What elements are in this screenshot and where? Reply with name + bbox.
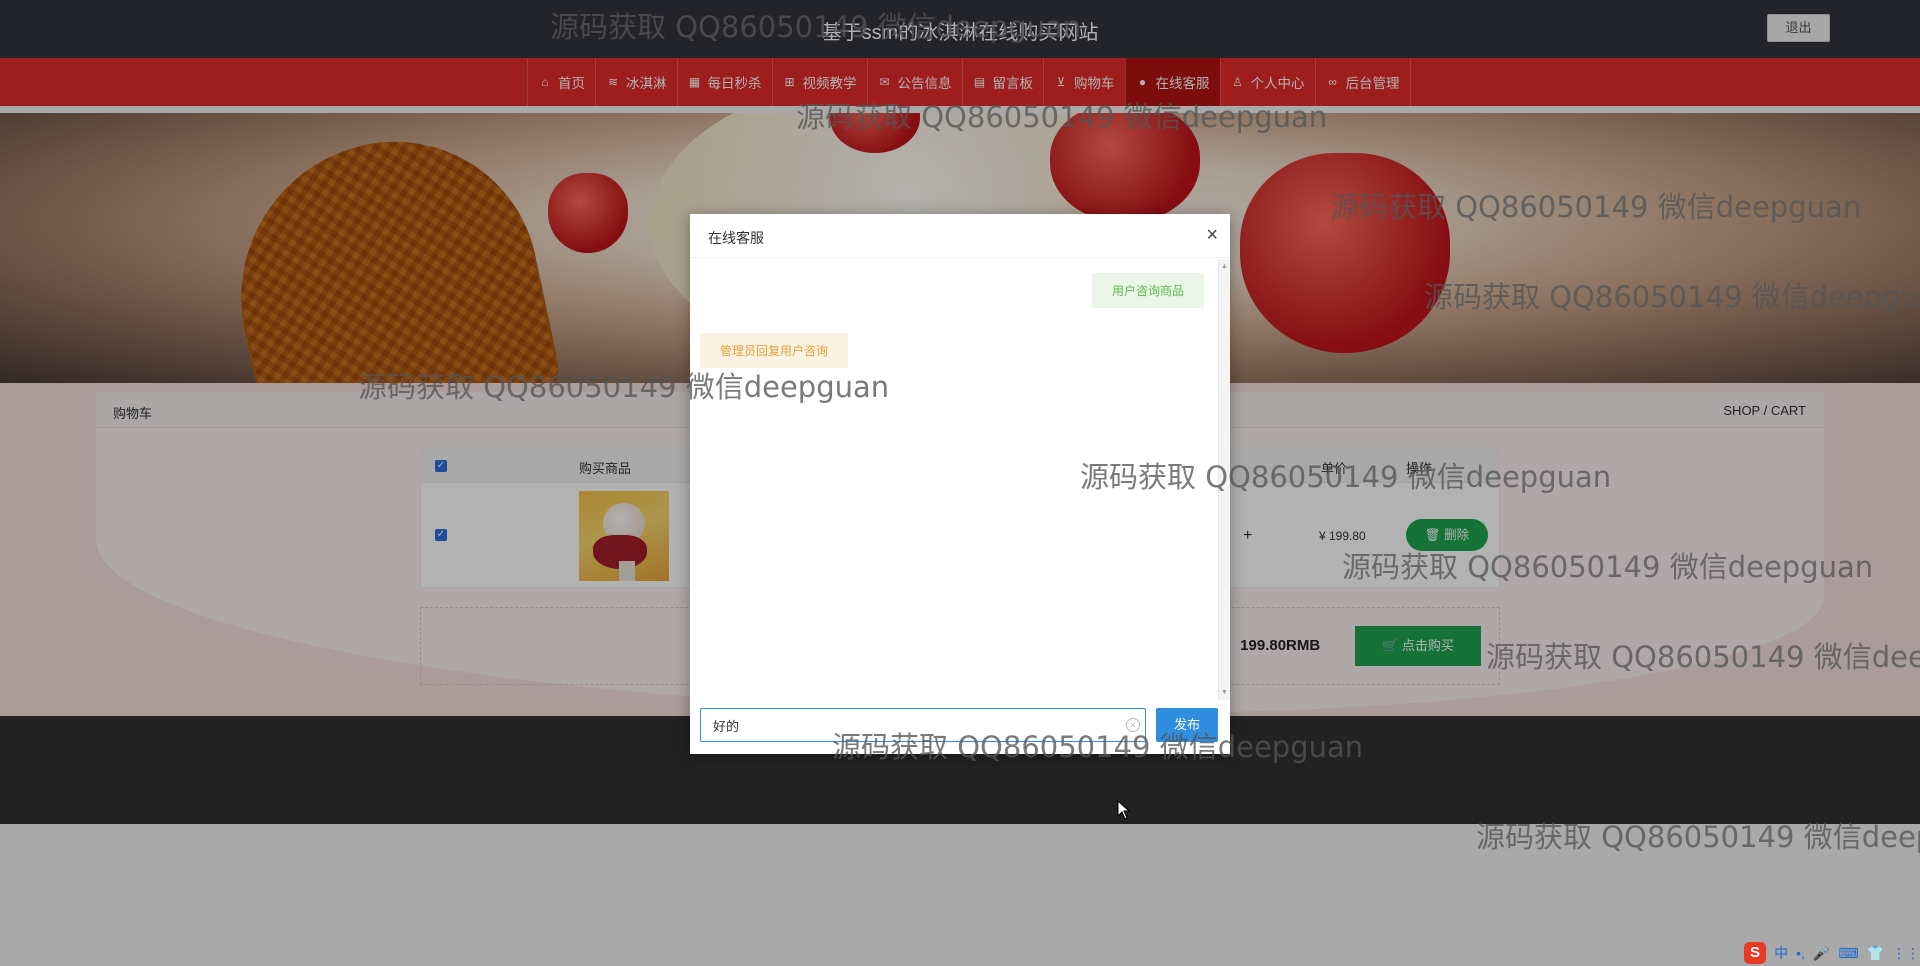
chat-message-area[interactable]: 用户咨询商品 管理员回复用户咨询 bbox=[690, 259, 1218, 700]
sogou-ime-icon[interactable]: S bbox=[1744, 942, 1767, 964]
scroll-down-icon[interactable]: ▼ bbox=[1221, 689, 1228, 696]
close-icon[interactable]: × bbox=[1206, 223, 1218, 247]
microphone-icon[interactable]: 🎤 bbox=[1813, 945, 1830, 962]
chat-input[interactable] bbox=[700, 708, 1146, 742]
chat-message-admin: 管理员回复用户咨询 bbox=[700, 333, 849, 368]
scroll-up-icon[interactable]: ▲ bbox=[1221, 263, 1228, 270]
ime-chinese-mode[interactable]: 中 bbox=[1774, 943, 1788, 963]
online-service-dialog: 在线客服 × 用户咨询商品 管理员回复用户咨询 ▲ ▼ × 发布 bbox=[690, 214, 1230, 754]
ime-punctuation-icon[interactable]: •, bbox=[1796, 945, 1805, 961]
clear-input-icon[interactable]: × bbox=[1126, 718, 1140, 732]
chat-message-user: 用户咨询商品 bbox=[1091, 273, 1204, 308]
mouse-cursor-icon bbox=[1117, 800, 1131, 820]
chat-scrollbar[interactable]: ▲ ▼ bbox=[1218, 259, 1230, 700]
skin-icon[interactable]: 👕 bbox=[1867, 945, 1884, 962]
keyboard-icon[interactable]: ⌨ bbox=[1838, 945, 1858, 962]
dialog-title: 在线客服 bbox=[708, 230, 764, 246]
send-button[interactable]: 发布 bbox=[1156, 708, 1218, 742]
dialog-header: 在线客服 × bbox=[690, 214, 1230, 258]
ime-toolbar[interactable]: S 中 •, 🎤 ⌨ 👕 ⋮⋮ bbox=[1740, 940, 1920, 966]
toolbox-icon[interactable]: ⋮⋮ bbox=[1892, 945, 1920, 962]
